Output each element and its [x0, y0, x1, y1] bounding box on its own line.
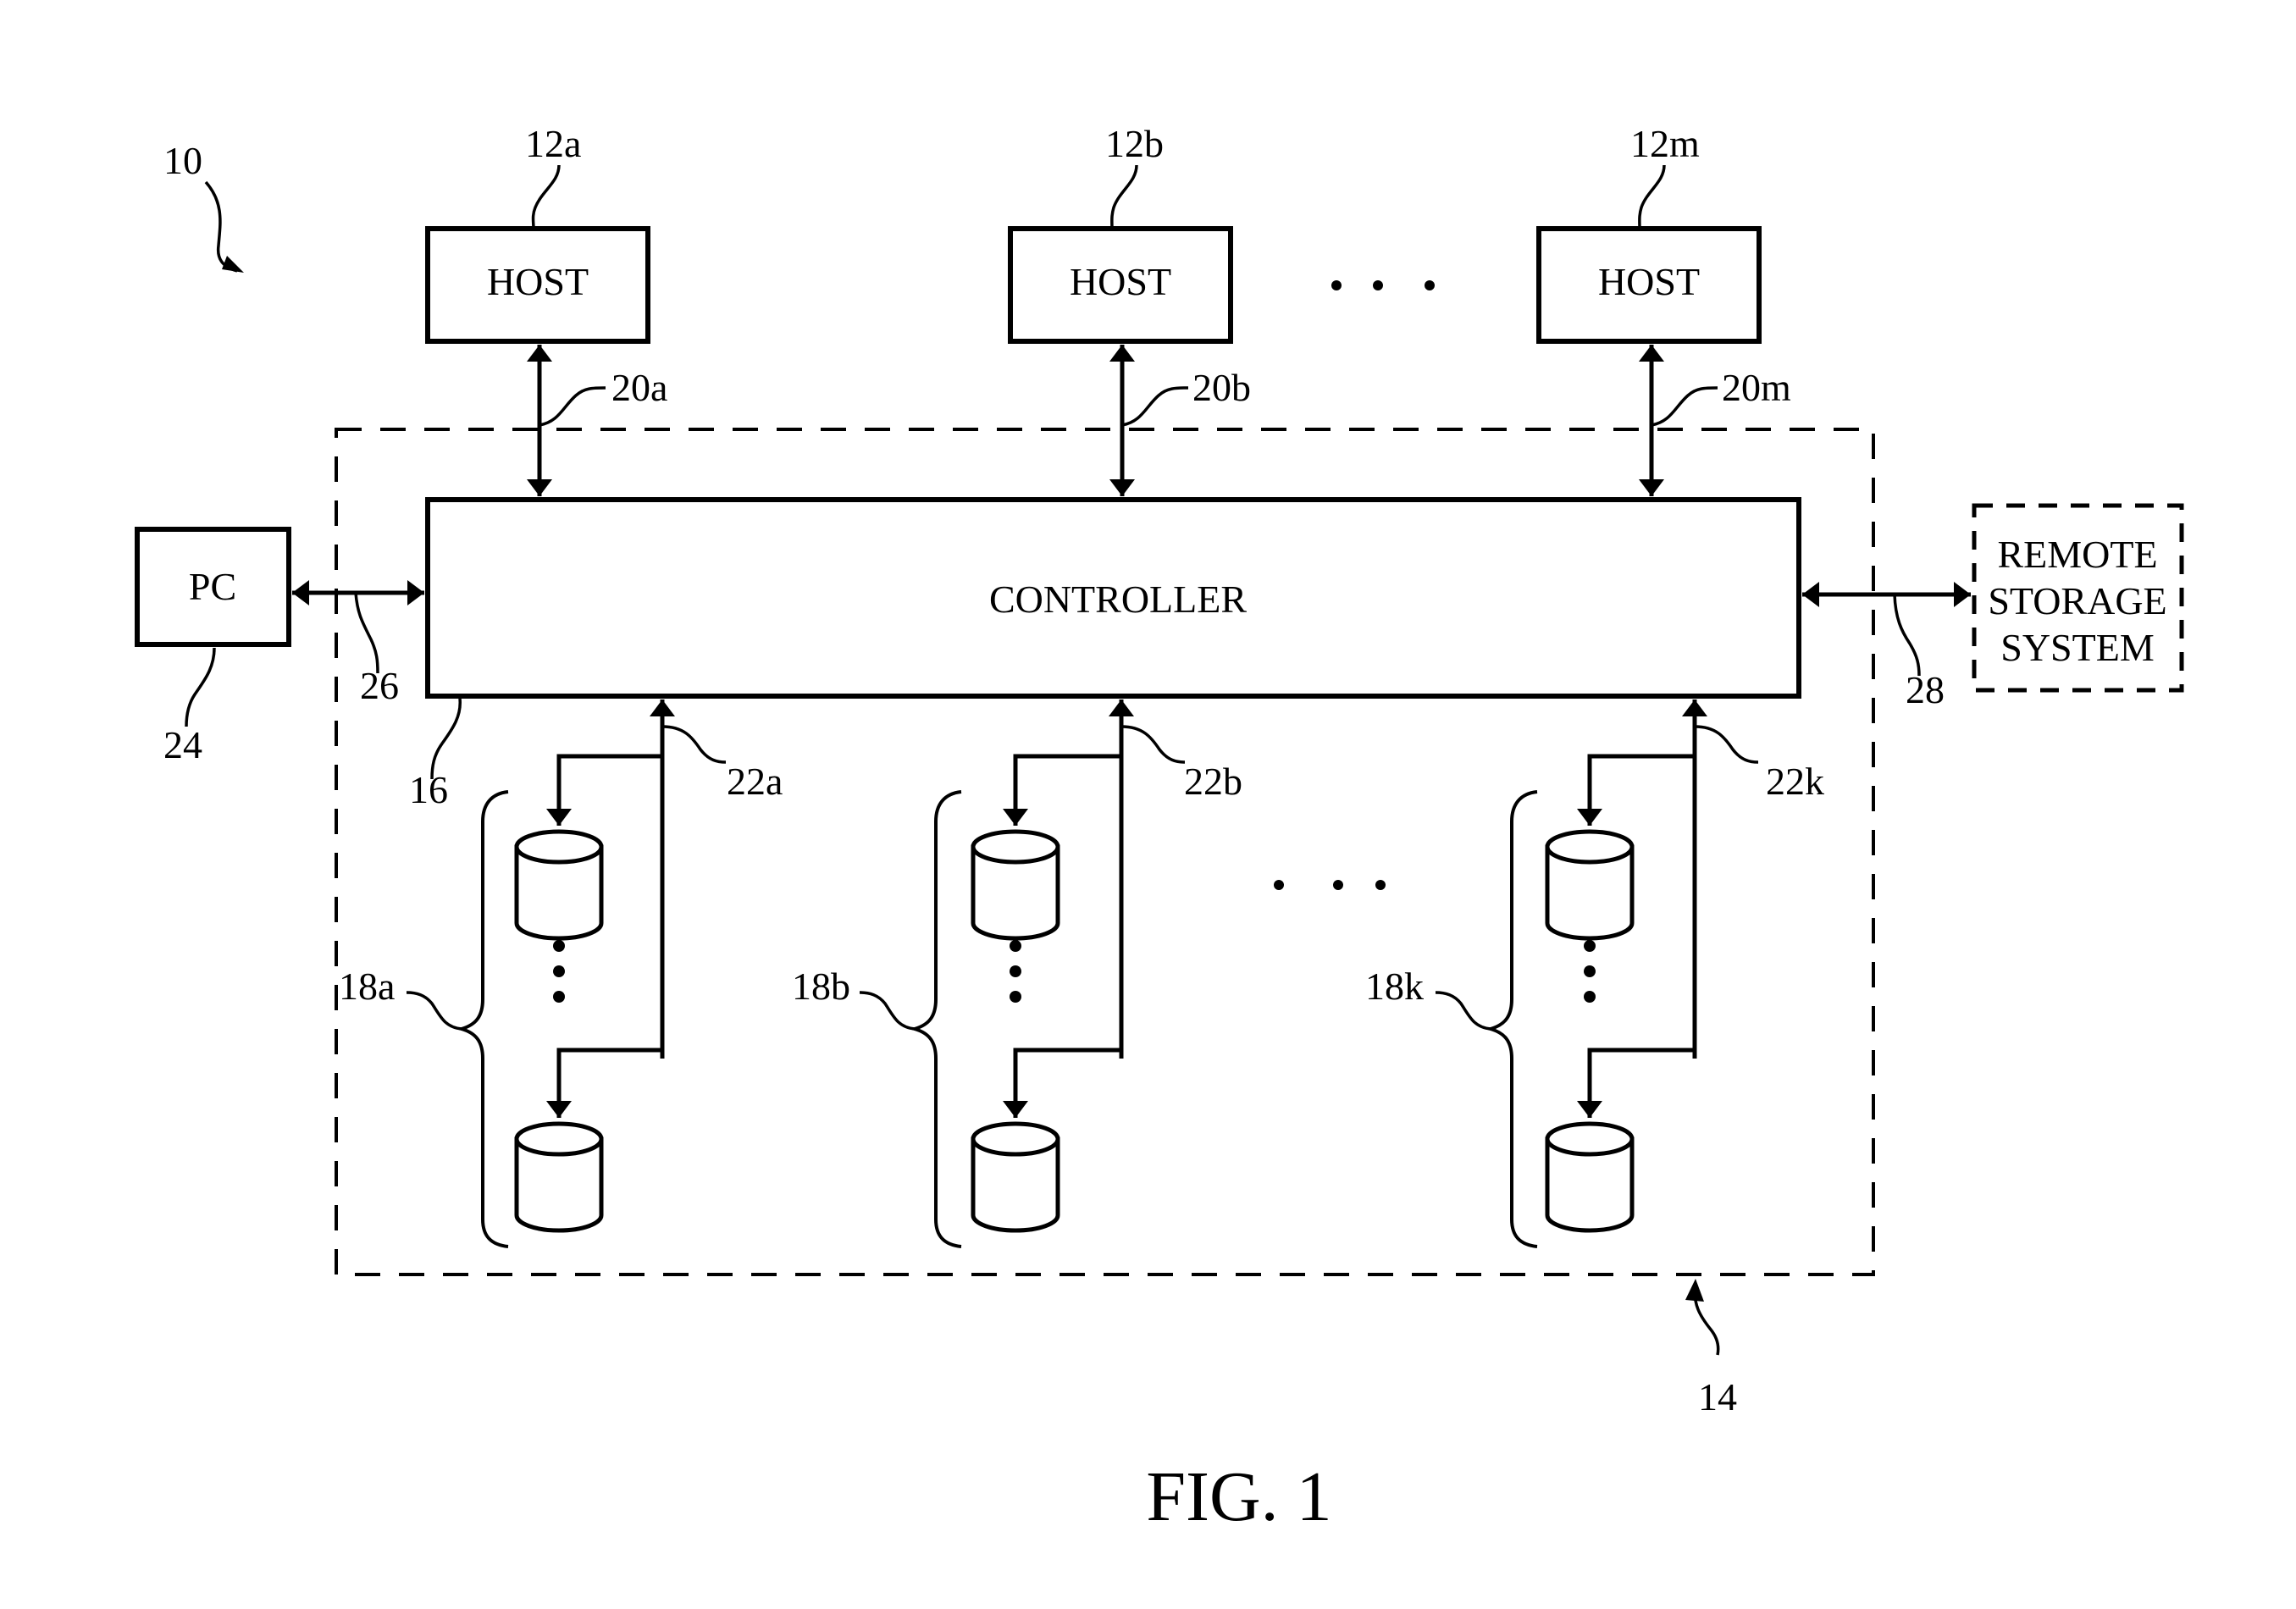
system-ref-arrowhead-icon — [222, 256, 244, 273]
disk-group-ref: 18b — [792, 965, 850, 1008]
disk-ellipsis-dot — [553, 991, 565, 1003]
disk-bus-branch-top — [546, 754, 662, 826]
host-b-link-ref: 20b — [1192, 366, 1251, 409]
pc-link-ref: 26 — [360, 664, 399, 707]
ellipsis-dot — [1373, 280, 1383, 290]
disk-bus-branch-bottom — [546, 1048, 662, 1118]
disk-group-3: 22k 18k — [1365, 699, 1824, 1248]
host-m-ref-leader — [1638, 164, 1666, 229]
figure-caption: FIG. 1 — [1146, 1457, 1331, 1536]
disk-ellipsis-dot — [553, 965, 565, 977]
host-a-link-leader — [539, 386, 606, 427]
ellipsis-dot — [1331, 280, 1342, 290]
host-a-ref: 12a — [525, 122, 581, 165]
disk-ellipsis-dot — [1584, 965, 1596, 977]
storage-system-diagram: 10 14 HOST 12a 20a HOST 12b 20b HOST 12m… — [135, 122, 2184, 1536]
disk-top — [514, 829, 604, 865]
ellipsis-dot — [1333, 880, 1343, 890]
disk-group-2: 22b 18b — [792, 699, 1242, 1248]
disk-bus-branch-bottom — [1003, 1048, 1121, 1118]
bus-ref: 22b — [1184, 760, 1242, 803]
remote-storage-label-line-1: REMOTE — [1997, 533, 2157, 576]
remote-storage-system[interactable]: REMOTE STORAGE SYSTEM 28 — [1802, 503, 2184, 711]
bus-ref-leader — [661, 725, 727, 764]
remote-storage-link-leader — [1893, 594, 1921, 677]
disk-top-unit[interactable] — [971, 829, 1060, 941]
disk-groups: 22a 18a 22b 18b 22k 18k — [339, 699, 1824, 1248]
ref-14-arrowhead-icon — [1685, 1279, 1704, 1302]
disk-group-ref: 18k — [1365, 965, 1424, 1008]
disk-bus-branch-top — [1003, 754, 1121, 826]
disk-group-ref: 18a — [339, 965, 395, 1008]
host-m[interactable]: HOST 12m 20m — [1536, 122, 1791, 496]
disk-group-brace — [908, 790, 962, 1248]
pc-label: PC — [189, 565, 236, 608]
disk-top — [1545, 829, 1635, 865]
disk-groups-ellipsis — [1274, 880, 1386, 890]
disk-group-brace — [455, 790, 509, 1248]
remote-storage-link-ref: 28 — [1906, 668, 1945, 711]
disk-group-brace — [1484, 790, 1538, 1248]
disk-ellipsis-dot — [553, 940, 565, 952]
host-a-label: HOST — [487, 260, 589, 303]
host-b-label: HOST — [1070, 260, 1171, 303]
host-m-ref: 12m — [1630, 122, 1700, 165]
data-storage-system-ref: 14 — [1685, 1279, 1737, 1418]
bus-ref-leader — [1694, 725, 1759, 764]
disk-ellipsis-dot — [1584, 991, 1596, 1003]
disk-top — [514, 1121, 604, 1157]
disk-ellipsis-dot — [1010, 965, 1021, 977]
system-ref-callout: 10 — [163, 139, 244, 273]
pc-link-leader — [354, 592, 379, 674]
host-a-link-ref: 20a — [611, 366, 667, 409]
hosts-ellipsis — [1331, 280, 1435, 290]
disk-ellipsis-dot — [1010, 940, 1021, 952]
host-m-label: HOST — [1598, 260, 1700, 303]
ref-14-label: 14 — [1698, 1375, 1737, 1418]
disk-top — [1545, 1121, 1635, 1157]
disk-group-ref-leader — [859, 991, 916, 1031]
disk-bottom-unit[interactable] — [514, 1121, 604, 1233]
ellipsis-dot — [1274, 880, 1284, 890]
disk-group-ref-leader — [1435, 991, 1491, 1031]
host-b[interactable]: HOST 12b 20b — [1008, 122, 1251, 496]
remote-storage-label-line-3: SYSTEM — [2000, 626, 2154, 669]
disk-bottom-unit[interactable] — [1545, 1121, 1635, 1233]
host-b-link-leader — [1121, 386, 1189, 427]
bus-ref: 22k — [1766, 760, 1824, 803]
disk-bus-branch-top — [1577, 754, 1695, 826]
host-m-link-leader — [1651, 386, 1718, 427]
host-b-ref: 12b — [1105, 122, 1164, 165]
host-b-ref-leader — [1110, 164, 1138, 229]
pc-ref: 24 — [163, 723, 202, 766]
disk-ellipsis-dot — [1010, 991, 1021, 1003]
bus-ref-leader — [1120, 725, 1186, 764]
ellipsis-dot — [1425, 280, 1435, 290]
disk-top — [971, 1121, 1060, 1157]
ellipsis-dot — [1375, 880, 1386, 890]
system-ref-leader — [204, 180, 238, 273]
disk-top — [971, 829, 1060, 865]
disk-group-ref-leader — [406, 991, 462, 1031]
disk-bus-branch-bottom — [1577, 1048, 1695, 1118]
remote-storage-label-line-2: STORAGE — [1988, 579, 2166, 622]
bus-ref: 22a — [727, 760, 783, 803]
pc-ref-leader — [185, 647, 216, 727]
host-a[interactable]: HOST 12a 20a — [425, 122, 667, 496]
disk-ellipsis-dot — [1584, 940, 1596, 952]
disk-top-unit[interactable] — [514, 829, 604, 941]
disk-bottom-unit[interactable] — [971, 1121, 1060, 1233]
host-a-ref-leader — [531, 164, 561, 229]
controller-ref-leader — [430, 698, 462, 780]
disk-group-1: 22a 18a — [339, 699, 783, 1248]
controller-label: CONTROLLER — [989, 578, 1247, 621]
pc[interactable]: PC 24 26 — [135, 527, 424, 766]
disk-top-unit[interactable] — [1545, 829, 1635, 941]
controller-ref: 16 — [409, 768, 448, 811]
system-ref-label: 10 — [163, 139, 202, 182]
host-m-link-ref: 20m — [1722, 366, 1791, 409]
